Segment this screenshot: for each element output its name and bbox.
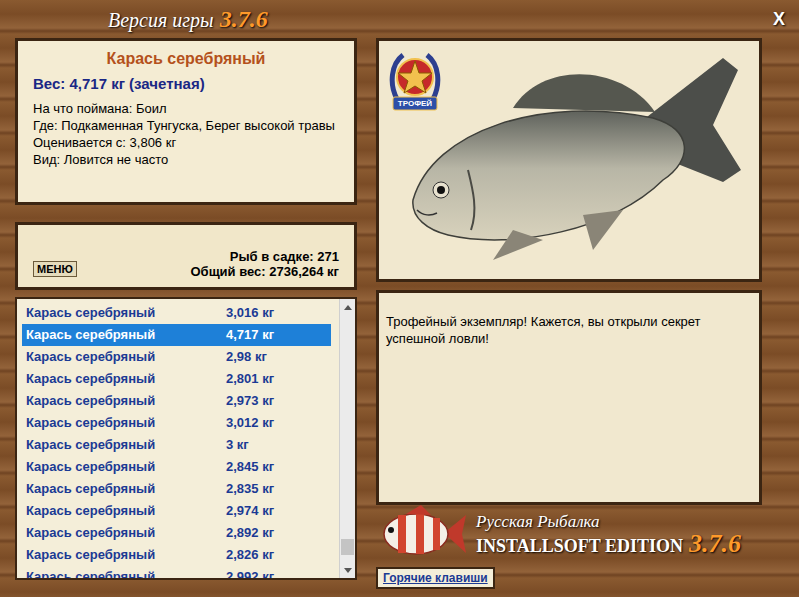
right-column: ТРОФЕЙ Трофейный экземпляр! Кажется, вы о… <box>376 38 762 589</box>
fish-picture <box>393 50 753 270</box>
fish-info-panel: Карась серебряныйВес: 4,717 кг (зачетная… <box>15 38 357 205</box>
content: Карась серебряныйВес: 4,717 кг (зачетная… <box>0 38 799 589</box>
title-version: 3.7.6 <box>220 1 268 37</box>
logo-title: Русская Рыбалка <box>476 512 741 531</box>
catch-row[interactable]: Карась серебряный2,98 кг <box>22 346 331 368</box>
title-bar: Версия игры3.7.6 X <box>0 0 799 38</box>
picture-panel: ТРОФЕЙ <box>376 38 762 282</box>
catch-row[interactable]: Карась серебряный2,826 кг <box>22 544 331 566</box>
message-panel: Трофейный экземпляр! Кажется, вы открыли… <box>376 290 762 505</box>
catch-row[interactable]: Карась серебряный2,835 кг <box>22 478 331 500</box>
keepnet-panel: МЕНЮ Рыб в садке: 271Общий вес: 2736,264 … <box>15 222 357 290</box>
catch-list: Карась серебряный3,016 кгКарась серебрян… <box>15 297 357 580</box>
catch-row[interactable]: Карась серебряный2,801 кг <box>22 368 331 390</box>
scrollbar[interactable] <box>339 299 355 578</box>
catch-row[interactable]: Карась серебряный2,974 кг <box>22 500 331 522</box>
trophy-badge: ТРОФЕЙ <box>389 49 441 119</box>
fish-detail: Оценивается с: 3,806 кг <box>33 134 343 151</box>
title-text: Версия игры <box>108 5 214 35</box>
scroll-up-icon[interactable] <box>340 299 355 315</box>
close-button[interactable]: X <box>769 6 789 33</box>
logo-version: 3.7.6 <box>689 531 741 557</box>
left-column: Карась серебряныйВес: 4,717 кг (зачетная… <box>15 38 357 589</box>
keepnet-count: Рыб в садке: 271 <box>190 249 339 264</box>
game-window: Версия игры3.7.6XКарась серебряныйВес: 4… <box>0 0 799 597</box>
catch-row[interactable]: Карась серебряный3,016 кг <box>22 302 331 324</box>
catch-row[interactable]: Карась серебряный3 кг <box>22 434 331 456</box>
scroll-thumb[interactable] <box>341 539 354 555</box>
scroll-down-icon[interactable] <box>340 562 355 578</box>
fish-name: Карась серебряный <box>33 47 339 71</box>
catch-row[interactable]: Карась серебряный2,973 кг <box>22 390 331 412</box>
fish-weight: Вес: 4,717 кг (зачетная) <box>33 73 339 96</box>
catch-row[interactable]: Карась серебряный2,892 кг <box>22 522 331 544</box>
catch-row[interactable]: Карась серебряный2,845 кг <box>22 456 331 478</box>
logo: Русская Рыбалка INSTALLSOFT EDITION 3.7.6 <box>376 507 762 561</box>
menu-button[interactable]: МЕНЮ <box>33 261 77 277</box>
catch-row[interactable]: Карась серебряный2,992 кг <box>22 566 331 578</box>
catch-row[interactable]: Карась серебряный4,717 кг <box>22 324 331 346</box>
logo-fish-icon <box>376 505 468 563</box>
trophy-star-icon <box>389 49 441 119</box>
fish-detail: Где: Подкаменная Тунгуска, Берег высокой… <box>33 117 343 134</box>
fish-detail: На что поймана: Боил <box>33 100 343 117</box>
fish-detail: Вид: Ловится не часто <box>33 151 343 168</box>
keepnet-total: Общий вес: 2736,264 кг <box>190 264 339 279</box>
message-text: Трофейный экземпляр! Кажется, вы открыли… <box>386 313 752 347</box>
trophy-label: ТРОФЕЙ <box>393 97 437 110</box>
logo-edition: INSTALLSOFT EDITION <box>476 535 683 557</box>
hotkeys-button[interactable]: Горячие клавиши <box>376 567 495 589</box>
catch-row[interactable]: Карась серебряный3,012 кг <box>22 412 331 434</box>
